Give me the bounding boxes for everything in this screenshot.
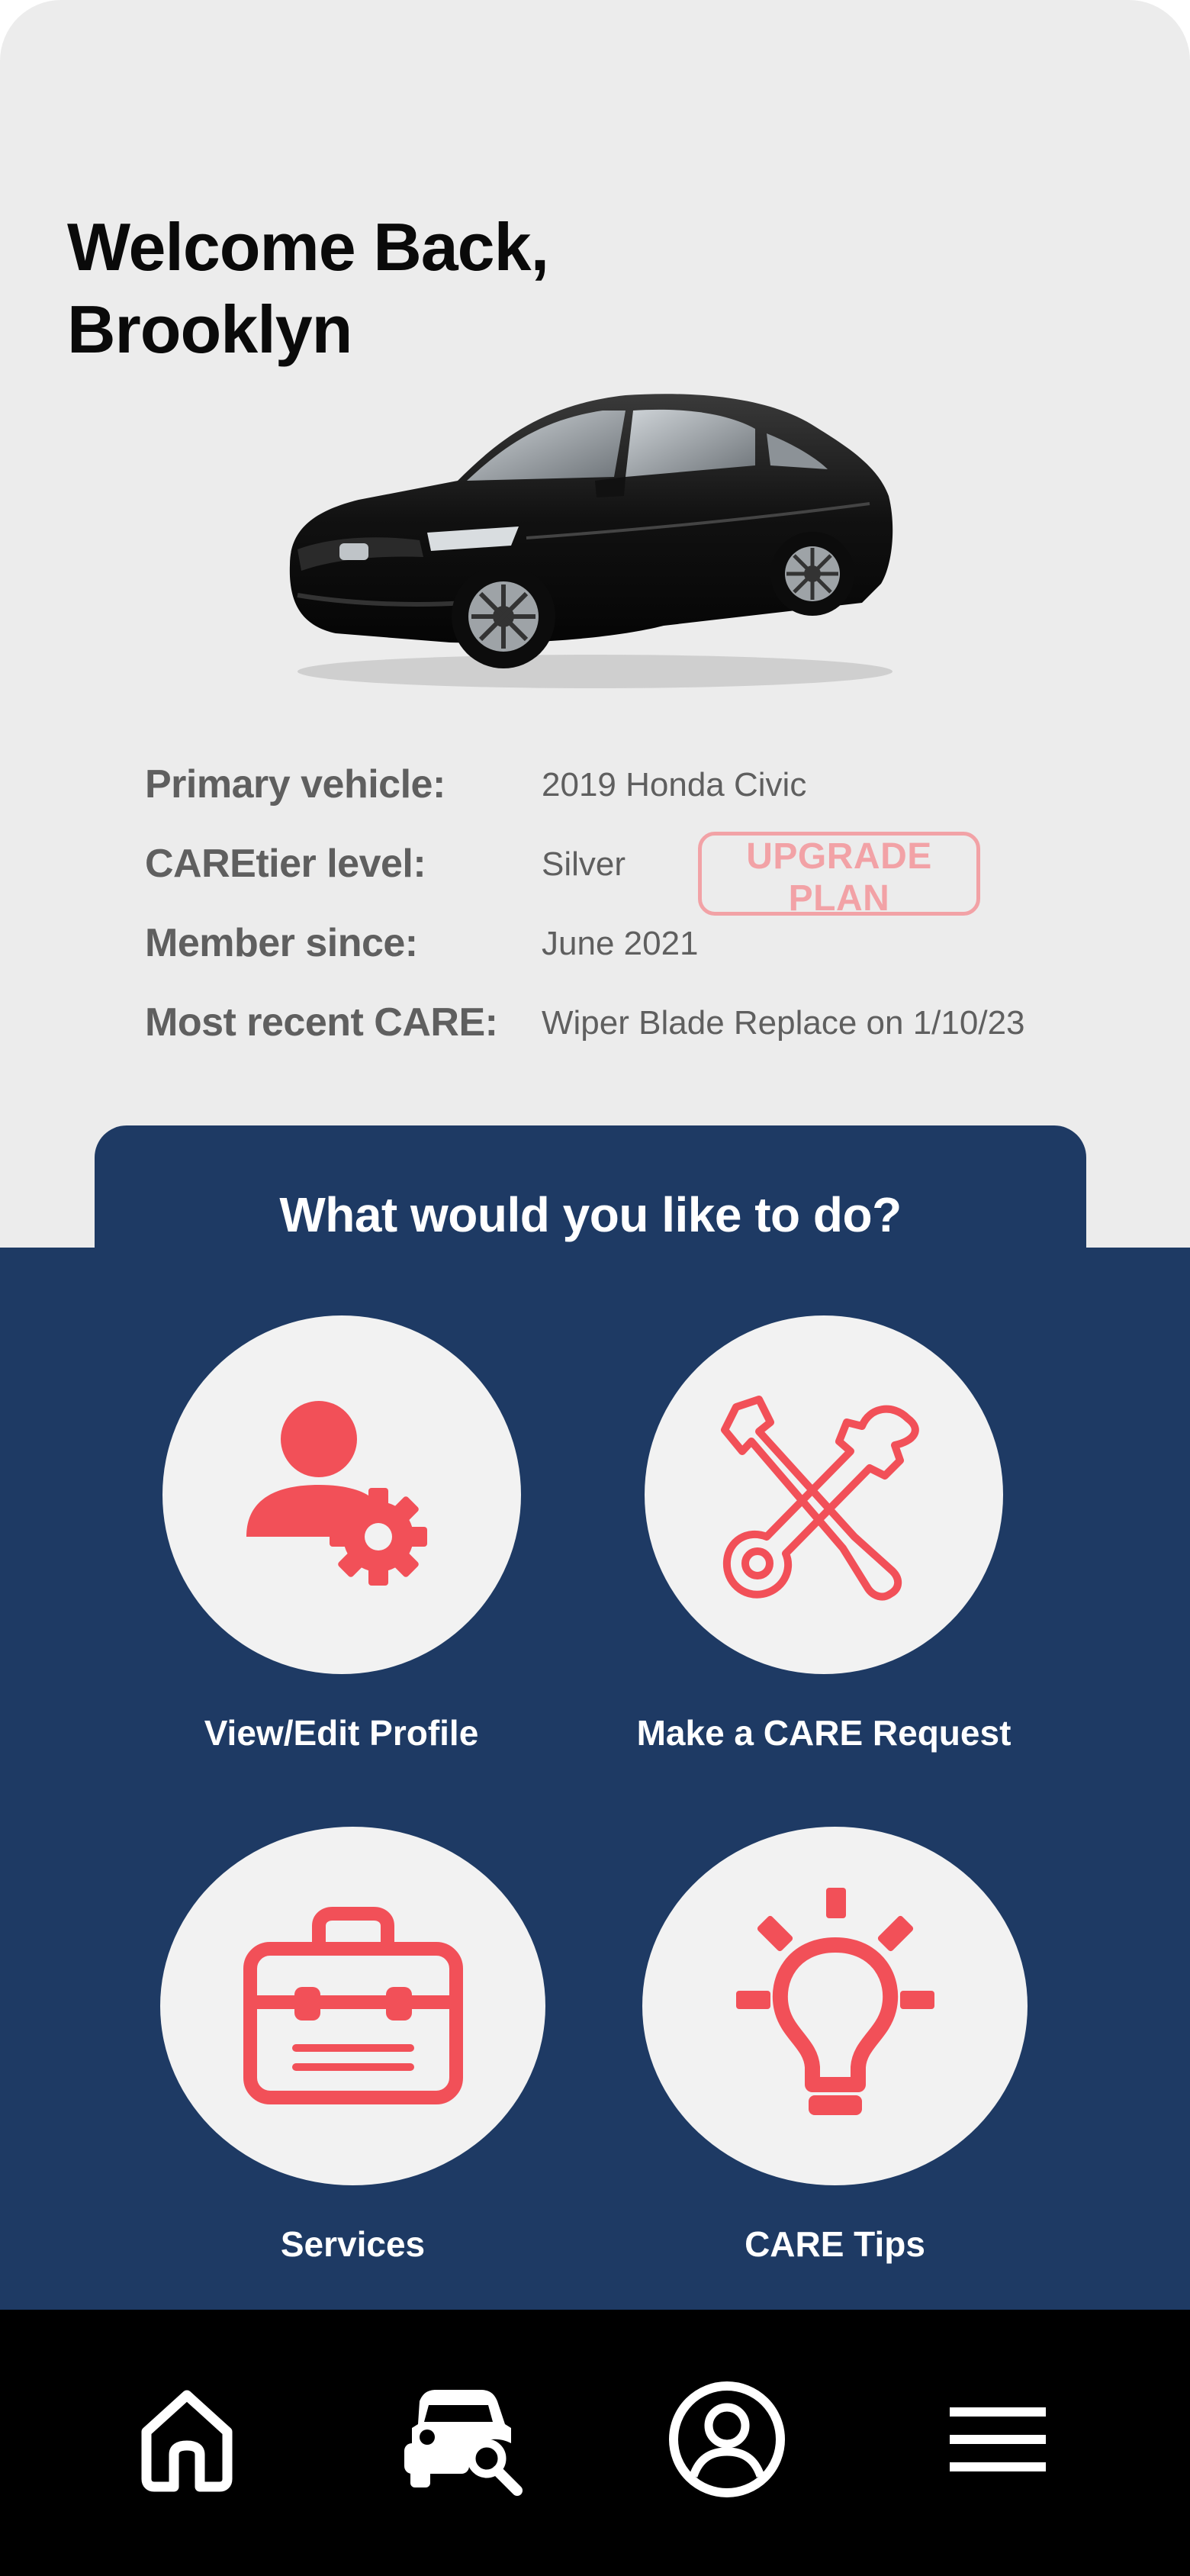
upgrade-plan-button[interactable]: UPGRADE PLAN bbox=[698, 832, 980, 919]
action-label: View/Edit Profile bbox=[204, 1713, 479, 1753]
car-search-icon bbox=[404, 2390, 523, 2496]
services-button[interactable]: Services bbox=[160, 1827, 545, 2265]
care-tips-button[interactable]: CARE Tips bbox=[642, 1827, 1028, 2265]
menu-icon bbox=[950, 2407, 1046, 2471]
view-edit-profile-circle bbox=[162, 1315, 521, 1674]
info-value: 2019 Honda Civic bbox=[542, 766, 807, 803]
lightbulb-icon bbox=[735, 1888, 934, 2115]
user-settings-icon bbox=[246, 1401, 427, 1586]
info-value: Silver bbox=[542, 845, 626, 883]
nav-home[interactable] bbox=[118, 2371, 256, 2508]
user-name: Brooklyn bbox=[67, 291, 352, 367]
view-edit-profile-button[interactable]: View/Edit Profile bbox=[137, 1315, 545, 1753]
make-care-request-circle bbox=[645, 1315, 1003, 1674]
info-value: June 2021 bbox=[542, 925, 699, 962]
info-label: Most recent CARE: bbox=[145, 1000, 498, 1045]
home-screen: Welcome Back, Brooklyn Primary vehicle: … bbox=[0, 0, 1190, 2576]
care-tips-circle bbox=[642, 1827, 1028, 2185]
services-circle bbox=[160, 1827, 545, 2185]
welcome-line: Welcome Back, bbox=[67, 209, 549, 285]
info-label: Primary vehicle: bbox=[145, 762, 445, 807]
bottom-nav bbox=[0, 2310, 1190, 2576]
action-label: CARE Tips bbox=[745, 2224, 925, 2264]
home-icon bbox=[141, 2390, 233, 2492]
info-value: Wiper Blade Replace on 1/10/23 bbox=[542, 1004, 1025, 1042]
welcome-heading: Welcome Back, Brooklyn bbox=[67, 206, 549, 371]
nav-menu[interactable] bbox=[929, 2371, 1066, 2508]
info-label: CAREtier level: bbox=[145, 842, 426, 886]
action-label: Services bbox=[280, 2224, 426, 2264]
actions-title: What would you like to do? bbox=[279, 1187, 902, 1242]
profile-icon bbox=[669, 2381, 785, 2497]
info-label: Member since: bbox=[145, 921, 418, 965]
action-label: Make a CARE Request bbox=[636, 1713, 1011, 1753]
toolbox-icon bbox=[243, 1907, 463, 2104]
make-care-request-button[interactable]: Make a CARE Request bbox=[603, 1315, 1045, 1753]
car-image bbox=[289, 394, 893, 688]
tools-icon bbox=[721, 1396, 919, 1601]
nav-profile[interactable] bbox=[658, 2371, 796, 2508]
nav-vehicle-search[interactable] bbox=[393, 2371, 530, 2508]
